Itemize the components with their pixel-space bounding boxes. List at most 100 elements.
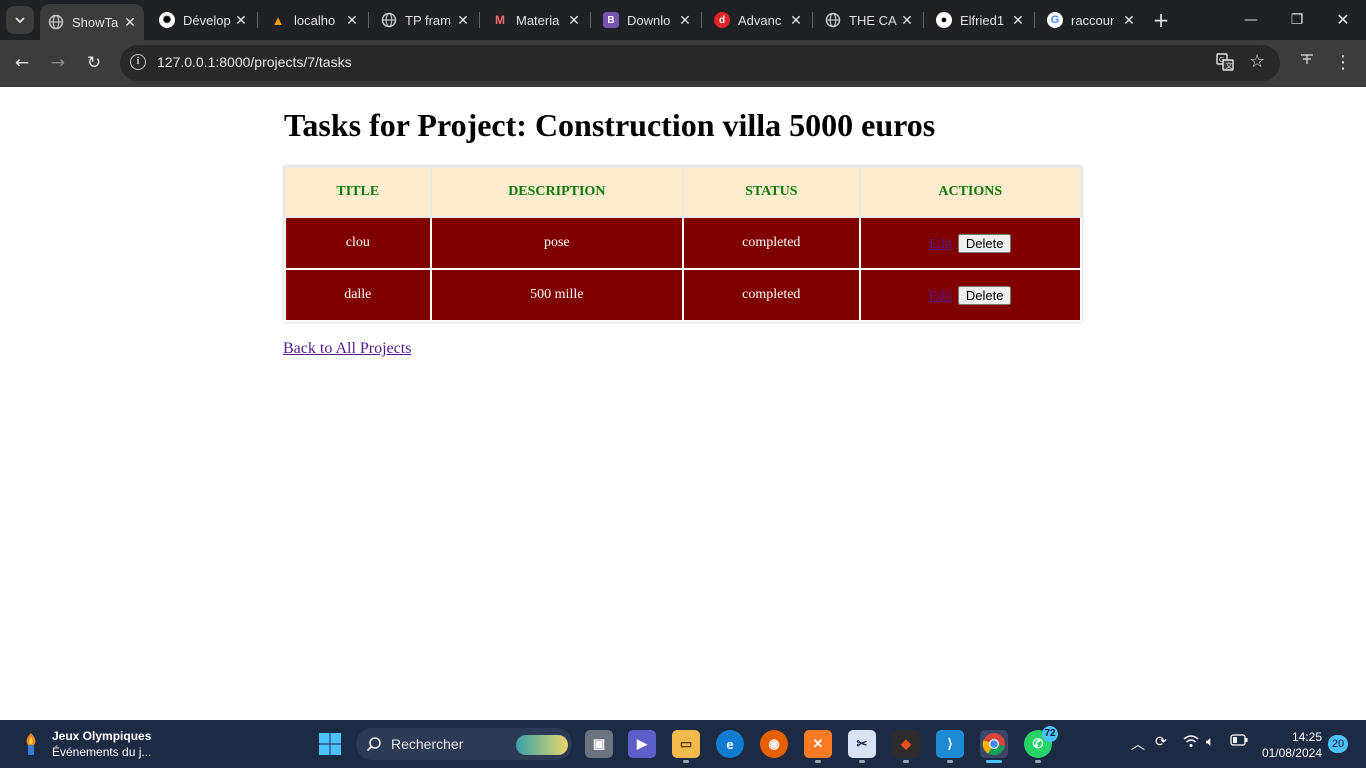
delete-task-button[interactable]: Delete <box>957 285 1012 305</box>
browser-tab-materialize[interactable]: M Materia ✕ <box>484 4 588 36</box>
running-indicator <box>859 760 865 763</box>
dailymotion-icon: d <box>714 12 730 28</box>
arrow-right-icon: → <box>50 53 66 73</box>
teams-icon[interactable]: ▶ <box>628 730 656 758</box>
search-highlight-icon <box>516 735 568 755</box>
task-title-cell: dalle <box>284 268 432 322</box>
restore-button[interactable]: ❐ <box>1282 8 1312 32</box>
extension-icon[interactable] <box>1294 50 1320 76</box>
reload-button[interactable]: ↻ <box>81 50 107 76</box>
bootstrap-icon: B <box>603 12 619 28</box>
browser-tab-chatgpt[interactable]: ✺ Dévelop ✕ <box>151 4 255 36</box>
site-info-icon[interactable]: i <box>130 54 146 70</box>
url-text[interactable]: 127.0.0.1:8000/projects/7/tasks <box>157 54 352 70</box>
page-content: Tasks for Project: Construction villa 50… <box>0 87 1366 720</box>
more-vertical-icon: ⋮ <box>1334 52 1352 73</box>
close-tab-icon[interactable]: ✕ <box>1010 12 1026 29</box>
whatsapp-unread-badge: 72 <box>1042 726 1058 742</box>
browser-tab-dailymotion[interactable]: d Advanc ✕ <box>706 4 810 36</box>
back-to-projects-link[interactable]: Back to All Projects <box>283 340 411 358</box>
edit-task-link[interactable]: Edit <box>929 289 952 304</box>
tab-search-button[interactable] <box>6 6 34 34</box>
volume-icon[interactable]: 🔈︎ <box>1206 734 1214 750</box>
close-tab-icon[interactable]: ✕ <box>788 12 804 29</box>
file-explorer-icon[interactable]: ▭ <box>672 730 700 758</box>
taskbar-search-box[interactable]: Rechercher <box>356 728 572 760</box>
olympic-torch-icon <box>26 733 36 755</box>
translate-icon[interactable]: G文 <box>1216 53 1234 75</box>
page-title: Tasks for Project: Construction villa 50… <box>284 107 936 143</box>
browser-tab-showtasks[interactable]: ShowTa ✕ <box>40 4 144 40</box>
chrome-icon[interactable] <box>980 730 1008 758</box>
tab-title: ShowTa <box>72 14 119 30</box>
figma-icon[interactable]: ◆ <box>892 730 920 758</box>
browser-tab-tp-framework[interactable]: TP fram ✕ <box>373 4 477 36</box>
clock-date: 01/08/2024 <box>1261 746 1322 760</box>
tab-title: Elfried1 <box>960 12 1005 28</box>
browser-toolbar: ← → ↻ i 127.0.0.1:8000/projects/7/tasks … <box>0 40 1366 87</box>
tab-title: Downlo <box>627 12 671 28</box>
close-window-button[interactable]: ✕ <box>1328 8 1358 32</box>
close-tab-icon[interactable]: ✕ <box>677 12 693 29</box>
close-tab-icon[interactable]: ✕ <box>899 12 915 29</box>
browser-tab-the-ca[interactable]: THE CA ✕ <box>817 4 921 36</box>
browser-tab-google[interactable]: G raccour ✕ <box>1039 4 1143 36</box>
new-tab-button[interactable]: + <box>1150 8 1172 32</box>
table-row: dalle 500 mille completed Edit Delete <box>284 268 1083 322</box>
snipping-tool-icon[interactable]: ✂ <box>848 730 876 758</box>
google-icon: G <box>1047 12 1063 28</box>
edit-task-link[interactable]: Edit <box>929 237 952 252</box>
wifi-icon[interactable] <box>1183 734 1199 752</box>
task-title-cell: clou <box>284 216 432 270</box>
vscode-icon[interactable]: ⟩ <box>936 730 964 758</box>
browser-tab-strip: ShowTa ✕ ✺ Dévelop ✕ ▲ localho ✕ TP fram… <box>0 0 1366 40</box>
bookmark-star-icon[interactable]: ☆ <box>1249 51 1265 72</box>
task-status-cell: completed <box>682 216 861 270</box>
forward-button[interactable]: → <box>45 50 71 76</box>
task-actions-cell: Edit Delete <box>858 268 1083 322</box>
browser-tab-github[interactable]: ● Elfried1 ✕ <box>928 4 1032 36</box>
tab-title: THE CA <box>849 12 897 28</box>
tab-title: TP fram <box>405 12 451 28</box>
close-tab-icon[interactable]: ✕ <box>344 12 360 29</box>
start-button[interactable] <box>316 730 344 758</box>
browser-tab-bootstrap[interactable]: B Downlo ✕ <box>595 4 699 36</box>
system-clock[interactable]: 14:25 01/08/2024 <box>1258 729 1322 761</box>
browser-menu-button[interactable]: ⋮ <box>1330 50 1356 76</box>
notification-center-badge[interactable]: 20 <box>1328 735 1348 753</box>
search-icon <box>366 737 381 752</box>
close-tab-icon[interactable]: ✕ <box>122 14 138 31</box>
running-indicator <box>683 760 689 763</box>
table-row: clou pose completed Edit Delete <box>284 216 1083 270</box>
battery-icon[interactable] <box>1230 734 1248 750</box>
chevron-up-icon[interactable]: ︿ <box>1131 734 1145 754</box>
close-tab-icon[interactable]: ✕ <box>566 12 582 29</box>
back-button[interactable]: ← <box>9 50 35 76</box>
column-header-actions: ACTIONS <box>858 166 1083 218</box>
close-tab-icon[interactable]: ✕ <box>1121 12 1137 29</box>
browser-tab-localhost[interactable]: ▲ localho ✕ <box>262 4 366 36</box>
firefox-icon[interactable]: ◉ <box>760 730 788 758</box>
materialize-icon: M <box>495 13 505 27</box>
globe-icon <box>825 12 841 28</box>
close-tab-icon[interactable]: ✕ <box>455 12 471 29</box>
tab-separator <box>257 12 258 28</box>
task-view-icon[interactable]: ▣ <box>585 730 613 758</box>
address-bar[interactable]: i 127.0.0.1:8000/projects/7/tasks G文 ☆ <box>120 45 1280 81</box>
delete-task-button[interactable]: Delete <box>957 233 1012 253</box>
minimize-button[interactable]: — <box>1236 8 1266 32</box>
reload-icon: ↻ <box>86 53 102 73</box>
sync-icon[interactable]: ⟳ <box>1155 734 1167 750</box>
table-header-row: TITLE DESCRIPTION STATUS ACTIONS <box>284 166 1083 218</box>
tab-separator <box>812 12 813 28</box>
globe-icon <box>48 14 64 30</box>
widgets-button[interactable]: Jeux Olympiques Événements du j... <box>20 728 151 760</box>
close-tab-icon[interactable]: ✕ <box>233 12 249 29</box>
tab-separator <box>1034 12 1035 28</box>
whatsapp-icon[interactable]: ✆ 72 <box>1024 726 1058 758</box>
xampp-icon[interactable]: ✕ <box>804 730 832 758</box>
edge-icon[interactable]: e <box>716 730 744 758</box>
widget-subtitle: Événements du j... <box>52 745 152 759</box>
task-description-cell: 500 mille <box>429 268 685 322</box>
windows-logo-icon <box>319 733 341 755</box>
